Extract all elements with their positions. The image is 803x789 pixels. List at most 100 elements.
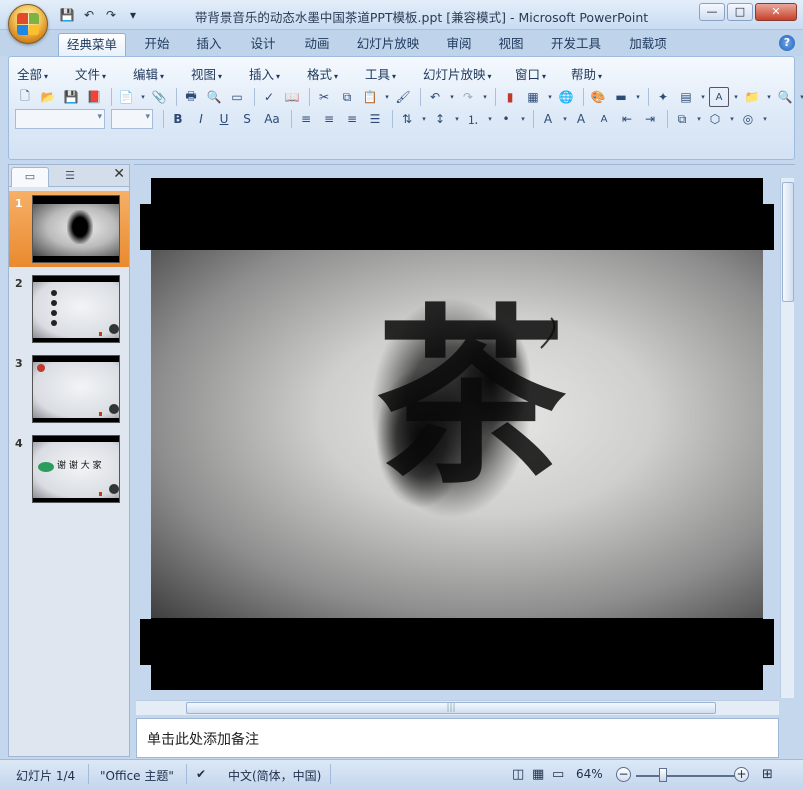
save-icon[interactable]: 💾 <box>61 87 81 107</box>
chevron-down-icon[interactable]: ▾ <box>486 109 494 129</box>
spellcheck-status-icon[interactable]: ✔ <box>196 767 206 781</box>
minimize-button[interactable]: — <box>699 3 725 21</box>
print-preview-icon[interactable]: 🔍 <box>204 87 224 107</box>
align-left-icon[interactable]: ≡ <box>296 109 316 129</box>
justify-icon[interactable]: ☰ <box>365 109 385 129</box>
chevron-down-icon[interactable]: ▾ <box>448 87 456 107</box>
zoom-slider[interactable] <box>636 775 736 777</box>
new-icon[interactable]: 🗋 <box>15 87 35 107</box>
bullets-icon[interactable]: • <box>496 109 516 129</box>
slide-thumbnail-2[interactable]: 2 <box>9 271 129 347</box>
pdf-icon[interactable]: 📕 <box>84 87 104 107</box>
chevron-down-icon[interactable]: ▾ <box>728 109 736 129</box>
zoom-slider-knob[interactable] <box>659 768 667 782</box>
chevron-down-icon[interactable]: ▾ <box>453 109 461 129</box>
tab-review[interactable]: 审阅 <box>438 33 480 56</box>
menu-slideshow[interactable]: 幻灯片放映 ▾ <box>423 64 515 83</box>
align-center-icon[interactable]: ≡ <box>319 109 339 129</box>
shapes-icon[interactable]: ⬡ <box>705 109 725 129</box>
office-button[interactable] <box>8 4 48 44</box>
current-slide[interactable]: 茶 <box>151 178 763 690</box>
tab-insert[interactable]: 插入 <box>188 33 230 56</box>
grow-font-icon[interactable]: A <box>571 109 591 129</box>
fit-to-window-icon[interactable]: ⊞ <box>762 767 773 782</box>
slideshow-view-icon[interactable]: ▭ <box>552 767 564 782</box>
color-icon[interactable]: 🎨 <box>588 87 608 107</box>
close-button[interactable]: ✕ <box>755 3 797 21</box>
undo-icon[interactable]: ↶ <box>425 87 445 107</box>
vertical-scrollbar[interactable] <box>780 178 794 698</box>
chevron-down-icon[interactable]: ▾ <box>481 87 489 107</box>
spellcheck-icon[interactable]: ✓ <box>259 87 279 107</box>
menu-insert[interactable]: 插入 ▾ <box>249 64 307 83</box>
cut-icon[interactable]: ✂ <box>314 87 334 107</box>
attach-icon[interactable]: 📎 <box>149 87 169 107</box>
zoom-in-button[interactable]: + <box>734 767 749 782</box>
change-case-button[interactable]: Aa <box>260 109 284 129</box>
textbox-icon[interactable]: A <box>709 87 729 107</box>
menu-tools[interactable]: 工具 ▾ <box>365 64 423 83</box>
help-icon[interactable]: ? <box>779 35 795 51</box>
tab-design[interactable]: 设计 <box>242 33 284 56</box>
table-icon[interactable]: ▦ <box>523 87 543 107</box>
font-size-select[interactable] <box>111 109 153 129</box>
menu-format[interactable]: 格式 ▾ <box>307 64 365 83</box>
tab-slides[interactable]: ▭ <box>11 167 49 187</box>
tab-home[interactable]: 开始 <box>136 33 178 56</box>
copy-icon[interactable]: ⧉ <box>337 87 357 107</box>
folder-icon[interactable]: 📁 <box>742 87 762 107</box>
close-icon[interactable]: ✕ <box>113 166 125 182</box>
text-direction-icon[interactable]: ⇅ <box>397 109 417 129</box>
tab-developer[interactable]: 开发工具 <box>544 33 608 56</box>
menu-file[interactable]: 文件 ▾ <box>75 64 133 83</box>
menu-edit[interactable]: 编辑 ▾ <box>133 64 191 83</box>
shape-style-icon[interactable]: ◎ <box>738 109 758 129</box>
chevron-down-icon[interactable]: ▾ <box>732 87 740 107</box>
format-painter-icon[interactable]: 🖌 <box>393 87 413 107</box>
italic-button[interactable]: I <box>191 109 211 129</box>
chevron-down-icon[interactable]: ▾ <box>561 109 569 129</box>
numbering-icon[interactable]: ⒈ <box>463 109 483 129</box>
tab-classic-menu[interactable]: 经典菜单 <box>58 33 126 56</box>
tab-outline[interactable]: ☰ <box>51 167 89 187</box>
research-icon[interactable]: 📖 <box>282 87 302 107</box>
zoom-level[interactable]: 64% <box>576 767 603 781</box>
menu-help[interactable]: 帮助 ▾ <box>571 64 627 83</box>
align-right-icon[interactable]: ≡ <box>342 109 362 129</box>
bold-button[interactable]: B <box>168 109 188 129</box>
paste-icon[interactable]: 📋 <box>360 87 380 107</box>
font-color-button[interactable]: A <box>538 109 558 129</box>
normal-view-icon[interactable]: ◫ <box>512 767 524 782</box>
shrink-font-icon[interactable]: A <box>594 109 614 129</box>
chevron-down-icon[interactable]: ▾ <box>634 87 642 107</box>
scroll-thumb[interactable] <box>782 182 794 302</box>
chevron-down-icon[interactable]: ▾ <box>139 87 147 107</box>
underline-button[interactable]: U <box>214 109 234 129</box>
shadow-button[interactable]: S <box>237 109 257 129</box>
slide-icon[interactable]: ▭ <box>227 87 247 107</box>
notes-pane[interactable]: 单击此处添加备注 <box>136 718 779 758</box>
increase-indent-icon[interactable]: ⇥ <box>640 109 660 129</box>
language[interactable]: 中文(简体，中国) <box>228 767 321 784</box>
hyperlink-icon[interactable]: 🌐 <box>556 87 576 107</box>
maximize-button[interactable]: □ <box>727 3 753 21</box>
slide-thumbnail-3[interactable]: 3 <box>9 351 129 427</box>
chevron-down-icon[interactable]: ▾ <box>519 109 527 129</box>
chevron-down-icon[interactable]: ▾ <box>765 87 773 107</box>
slide-thumbnail-4[interactable]: 4 谢 谢 大 家 <box>9 431 129 507</box>
chevron-down-icon[interactable]: ▾ <box>420 109 428 129</box>
decrease-indent-icon[interactable]: ⇤ <box>617 109 637 129</box>
tab-addins[interactable]: 加载项 <box>620 33 676 56</box>
tab-slideshow[interactable]: 幻灯片放映 <box>350 33 426 56</box>
open-icon[interactable]: 📂 <box>38 87 58 107</box>
permission-icon[interactable]: 📄 <box>116 87 136 107</box>
redo-icon[interactable]: ↷ <box>458 87 478 107</box>
layout-icon[interactable]: ▤ <box>676 87 696 107</box>
menu-all[interactable]: 全部 ▾ <box>17 64 75 83</box>
arrange-icon[interactable]: ⧉ <box>672 109 692 129</box>
menu-view[interactable]: 视图 ▾ <box>191 64 249 83</box>
slide-thumbnail-1[interactable]: 1 <box>9 191 129 267</box>
fill-icon[interactable]: ▬ <box>611 87 631 107</box>
chevron-down-icon[interactable]: ▾ <box>546 87 554 107</box>
chevron-down-icon[interactable]: ▾ <box>699 87 707 107</box>
